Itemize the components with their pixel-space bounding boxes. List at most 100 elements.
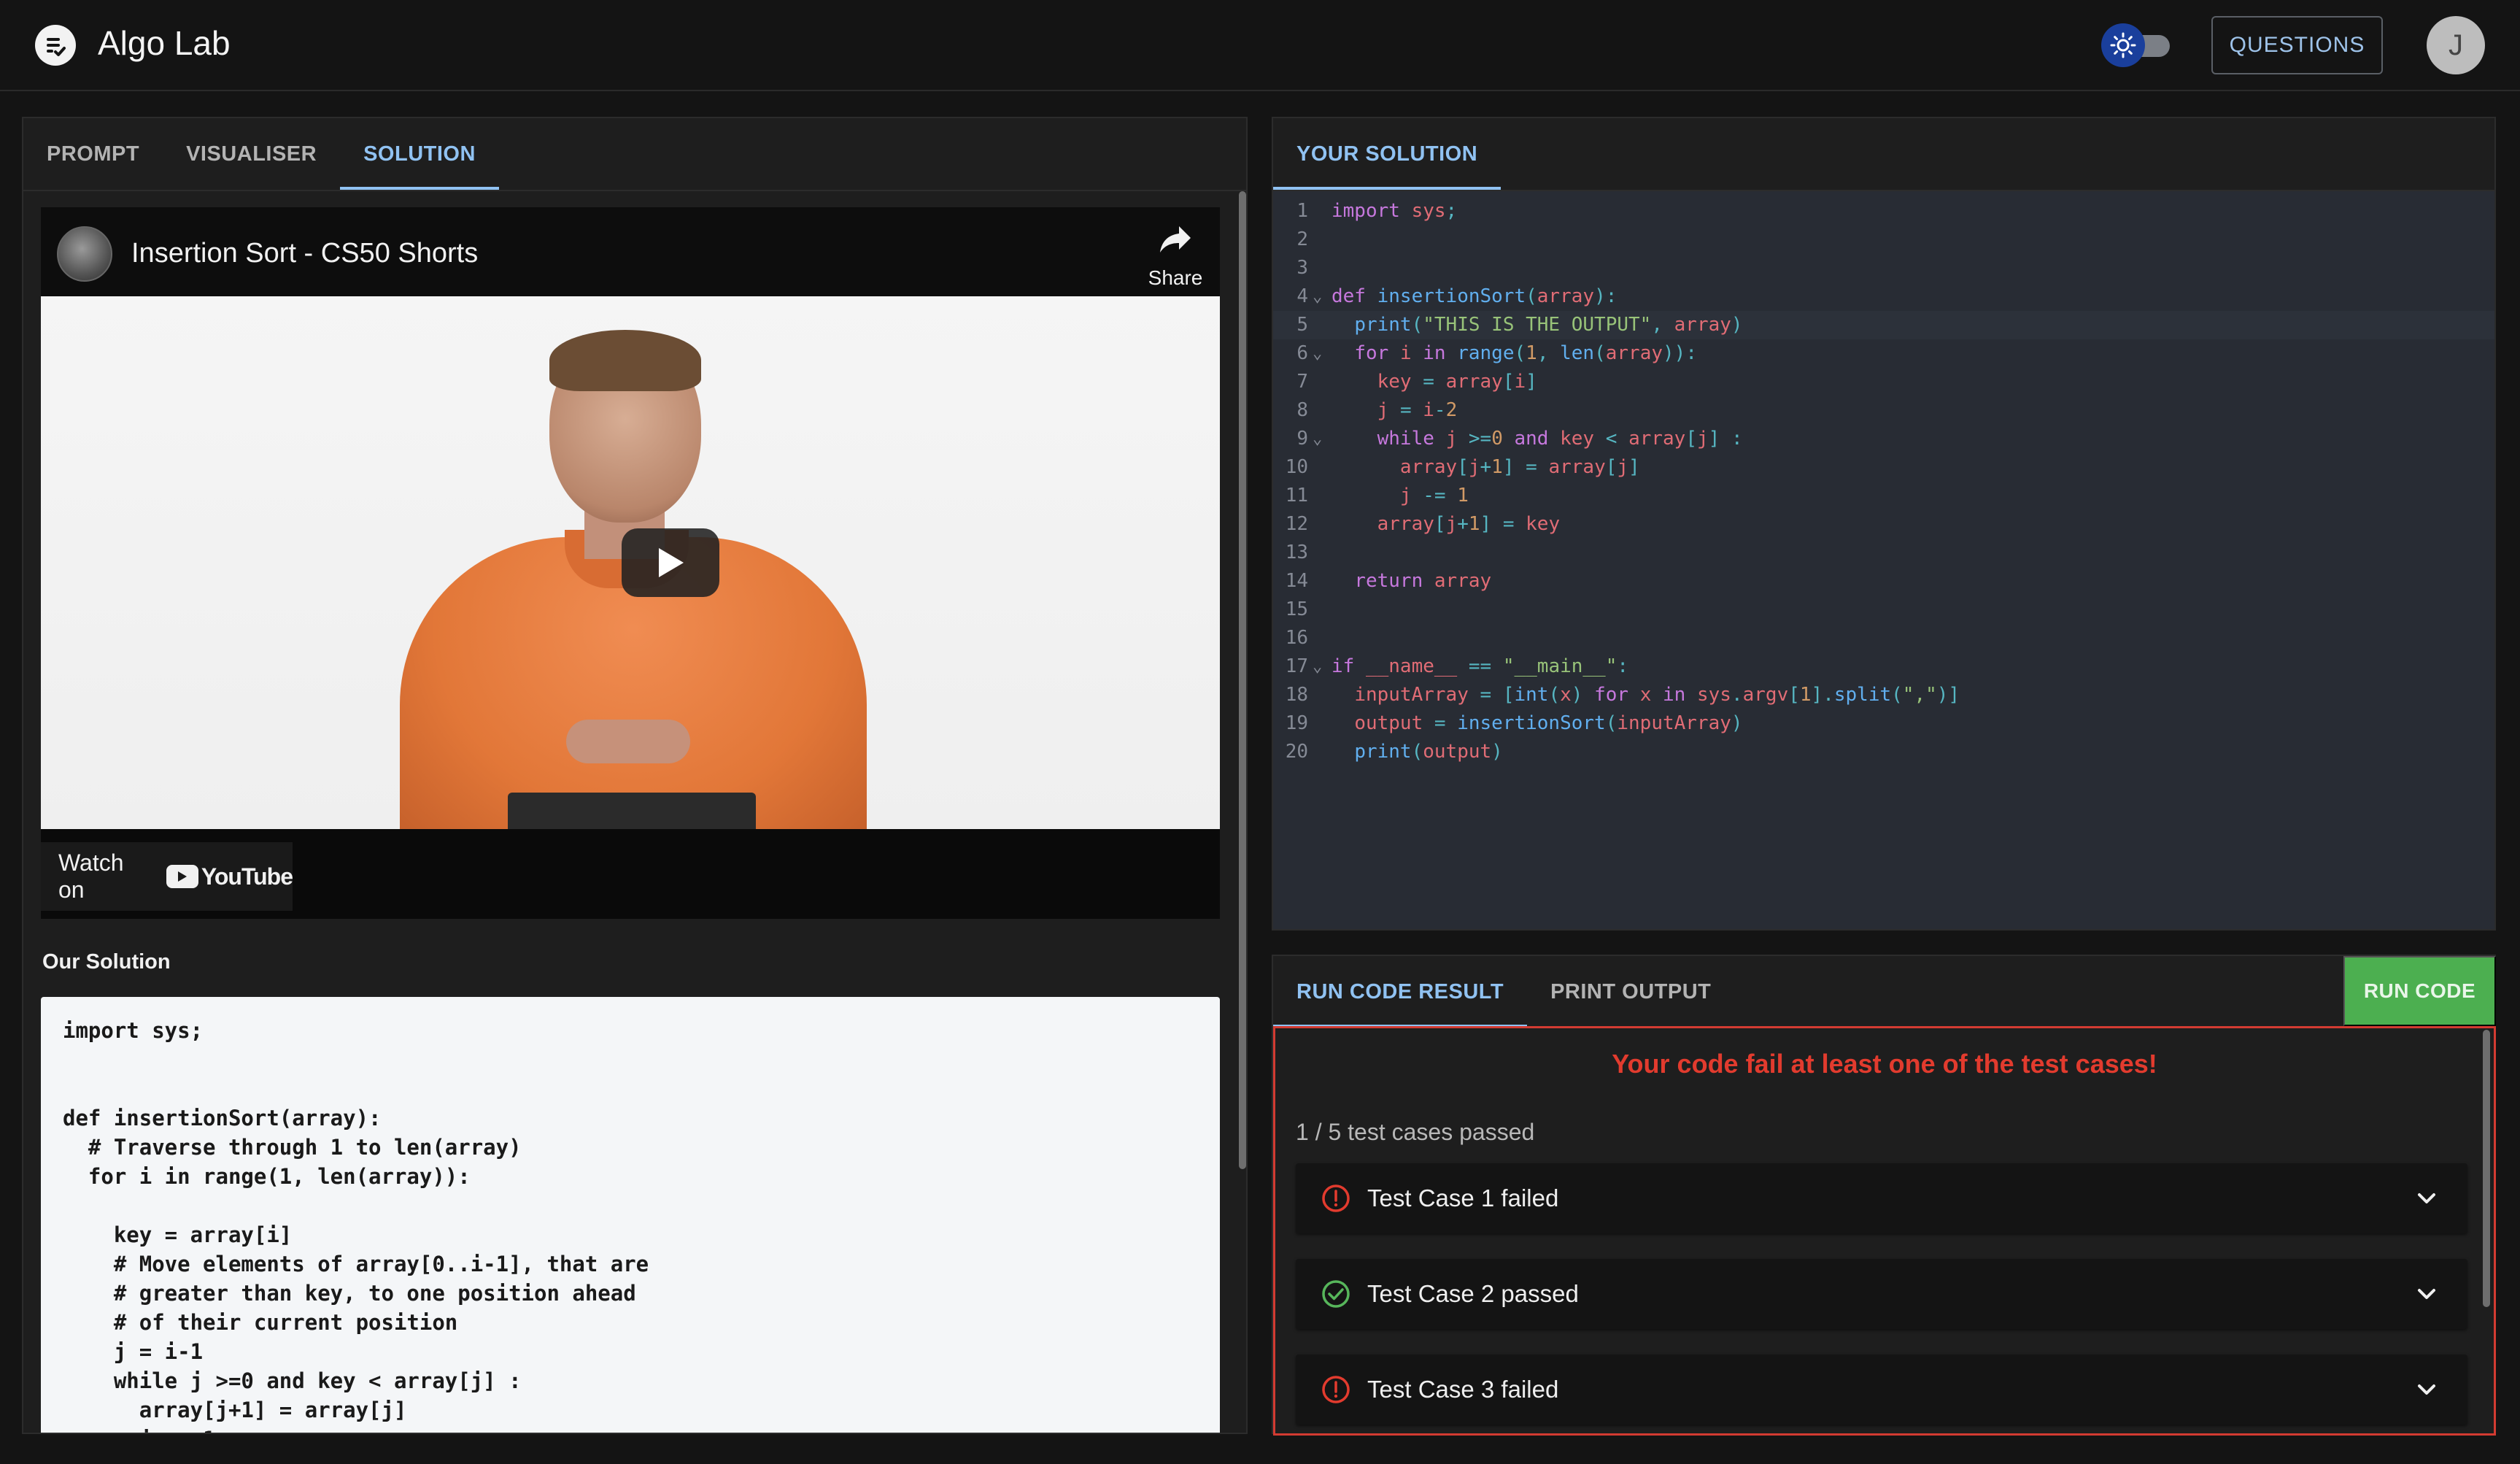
code-text: while j >=0 and key < array[j] : — [1377, 428, 1743, 450]
share-button[interactable]: Share — [1143, 223, 1208, 290]
code-line: import sys; — [63, 1018, 204, 1043]
line-number: 2 — [1296, 228, 1308, 250]
line-number: 6 — [1296, 342, 1308, 364]
scrollbar-thumb[interactable] — [2483, 1030, 2490, 1307]
editor-line[interactable]: 8 j = i-2 — [1273, 396, 2494, 425]
tab-your-solution[interactable]: YOUR SOLUTION — [1273, 118, 1501, 190]
user-avatar[interactable]: J — [2427, 16, 2485, 74]
line-number: 10 — [1285, 456, 1308, 478]
line-number: 3 — [1296, 257, 1308, 279]
editor-line[interactable]: 3 — [1273, 254, 2494, 282]
editor-line[interactable]: 11 j -= 1 — [1273, 482, 2494, 510]
code-editor[interactable]: 1 import sys; 2 3 4 ⌄ def insertionSort(array)… — [1273, 191, 2494, 929]
editor-line[interactable]: 13 — [1273, 539, 2494, 567]
editor-line[interactable]: 9 ⌄ while j >=0 and key < array[j] : — [1273, 425, 2494, 453]
editor-line[interactable]: 10 array[j+1] = array[j] — [1273, 453, 2494, 482]
tab-visualiser[interactable]: VISUALISER — [163, 118, 340, 190]
editor-line[interactable]: 12 array[j+1] = key — [1273, 510, 2494, 539]
line-number: 12 — [1285, 513, 1308, 535]
editor-line[interactable]: 6 ⌄ for i in range(1, len(array)): — [1273, 339, 2494, 368]
app-header: Algo Lab QUESTIONS J — [0, 0, 2520, 91]
divider — [23, 190, 1246, 191]
fold-chevron-icon[interactable]: ⌄ — [1313, 425, 1322, 453]
line-number: 13 — [1285, 542, 1308, 563]
scrollbar-thumb[interactable] — [1239, 191, 1246, 1169]
line-number: 15 — [1285, 598, 1308, 620]
left-scrollbar[interactable] — [1237, 191, 1246, 1432]
line-number: 4 — [1296, 285, 1308, 307]
error-message: Your code fail at least one of the test … — [1612, 1049, 2157, 1079]
editor-line[interactable]: 15 — [1273, 596, 2494, 624]
code-text: array[j+1] = key — [1377, 513, 1561, 535]
editor-line[interactable]: 14 return array — [1273, 567, 2494, 596]
youtube-logo-icon: YouTube — [166, 863, 293, 890]
youtube-label: YouTube — [201, 863, 293, 890]
code-text: print(output) — [1354, 741, 1503, 763]
line-number: 14 — [1285, 570, 1308, 592]
editor-line[interactable]: 18 inputArray = [int(x) for x in sys.arg… — [1273, 681, 2494, 709]
editor-line[interactable]: 17 ⌄ if __name__ == "__main__": — [1273, 652, 2494, 681]
results-scrollbar[interactable] — [2481, 1028, 2492, 1433]
video-title[interactable]: Insertion Sort - CS50 Shorts — [131, 238, 478, 269]
video-top-bar: Insertion Sort - CS50 Shorts Share — [41, 207, 1220, 296]
chevron-down-icon[interactable] — [2413, 1281, 2440, 1307]
fold-chevron-icon[interactable]: ⌄ — [1313, 652, 1322, 681]
editor-tabs: YOUR SOLUTION — [1273, 118, 1501, 190]
line-number: 18 — [1285, 684, 1308, 706]
editor-line[interactable]: 20 print(output) — [1273, 738, 2494, 766]
app-logo-icon — [35, 25, 76, 66]
editor-line[interactable]: 5 print("THIS IS THE OUTPUT", array) — [1273, 311, 2494, 339]
chevron-down-icon[interactable] — [2413, 1376, 2440, 1403]
error-circle-icon — [1322, 1184, 1350, 1212]
line-number: 1 — [1296, 200, 1308, 222]
share-label: Share — [1148, 266, 1203, 289]
error-circle-icon — [1322, 1376, 1350, 1403]
test-case-3[interactable]: Test Case 3 failed — [1296, 1355, 2467, 1425]
code-text: j = i-2 — [1377, 399, 1458, 421]
line-number: 5 — [1296, 314, 1308, 336]
watch-on-youtube[interactable]: Watch on YouTube — [41, 842, 293, 911]
code-text: inputArray = [int(x) for x in sys.argv[1… — [1354, 684, 1960, 706]
test-case-1[interactable]: Test Case 1 failed — [1296, 1163, 2467, 1233]
tab-solution[interactable]: SOLUTION — [340, 118, 499, 190]
video-thumbnail[interactable] — [41, 296, 1220, 829]
editor-line[interactable]: 19 output = insertionSort(inputArray) — [1273, 709, 2494, 738]
test-case-2[interactable]: Test Case 2 passed — [1296, 1259, 2467, 1329]
code-line: # Move elements of array[0..i-1], that a… — [63, 1252, 649, 1276]
test-case-label: Test Case 2 passed — [1367, 1280, 1579, 1307]
code-text: print("THIS IS THE OUTPUT", array) — [1354, 314, 1743, 336]
line-number: 16 — [1285, 627, 1308, 649]
code-line: # Traverse through 1 to len(array) — [63, 1135, 522, 1160]
line-number: 20 — [1285, 741, 1308, 763]
left-panel: PROMPT VISUALISER SOLUTION Insertion Sor… — [22, 117, 1248, 1434]
tab-run-code-result[interactable]: RUN CODE RESULT — [1273, 956, 1528, 1028]
run-code-button[interactable]: RUN CODE — [2343, 956, 2496, 1026]
play-button[interactable] — [622, 528, 719, 597]
editor-line[interactable]: 1 import sys; — [1273, 197, 2494, 226]
line-number: 7 — [1296, 371, 1308, 393]
editor-line[interactable]: 4 ⌄ def insertionSort(array): — [1273, 282, 2494, 311]
editor-line[interactable]: 16 — [1273, 624, 2494, 652]
video-embed[interactable]: Insertion Sort - CS50 Shorts Share Watch… — [41, 207, 1220, 919]
code-line: j -= 1 — [63, 1425, 1198, 1433]
results-tabs: RUN CODE RESULT PRINT OUTPUT — [1273, 956, 1734, 1028]
presenter-hair — [549, 330, 701, 391]
editor-line[interactable]: 2 — [1273, 226, 2494, 254]
play-icon — [659, 548, 684, 577]
fold-chevron-icon[interactable]: ⌄ — [1313, 282, 1322, 311]
code-line: # of their current position — [63, 1310, 458, 1335]
channel-avatar[interactable] — [57, 226, 112, 282]
questions-button[interactable]: QUESTIONS — [2211, 16, 2383, 74]
line-number: 9 — [1296, 428, 1308, 450]
share-icon — [1160, 226, 1191, 253]
theme-toggle[interactable] — [2101, 22, 2174, 69]
tab-prompt[interactable]: PROMPT — [23, 118, 163, 190]
code-line: while j >=0 and key < array[j] : — [63, 1368, 522, 1393]
chevron-down-icon[interactable] — [2413, 1185, 2440, 1211]
tab-print-output[interactable]: PRINT OUTPUT — [1527, 956, 1734, 1028]
fold-chevron-icon[interactable]: ⌄ — [1313, 339, 1322, 368]
app-title: Algo Lab — [98, 24, 231, 62]
code-text: j -= 1 — [1399, 485, 1469, 506]
editor-line[interactable]: 7 key = array[i] — [1273, 368, 2494, 396]
